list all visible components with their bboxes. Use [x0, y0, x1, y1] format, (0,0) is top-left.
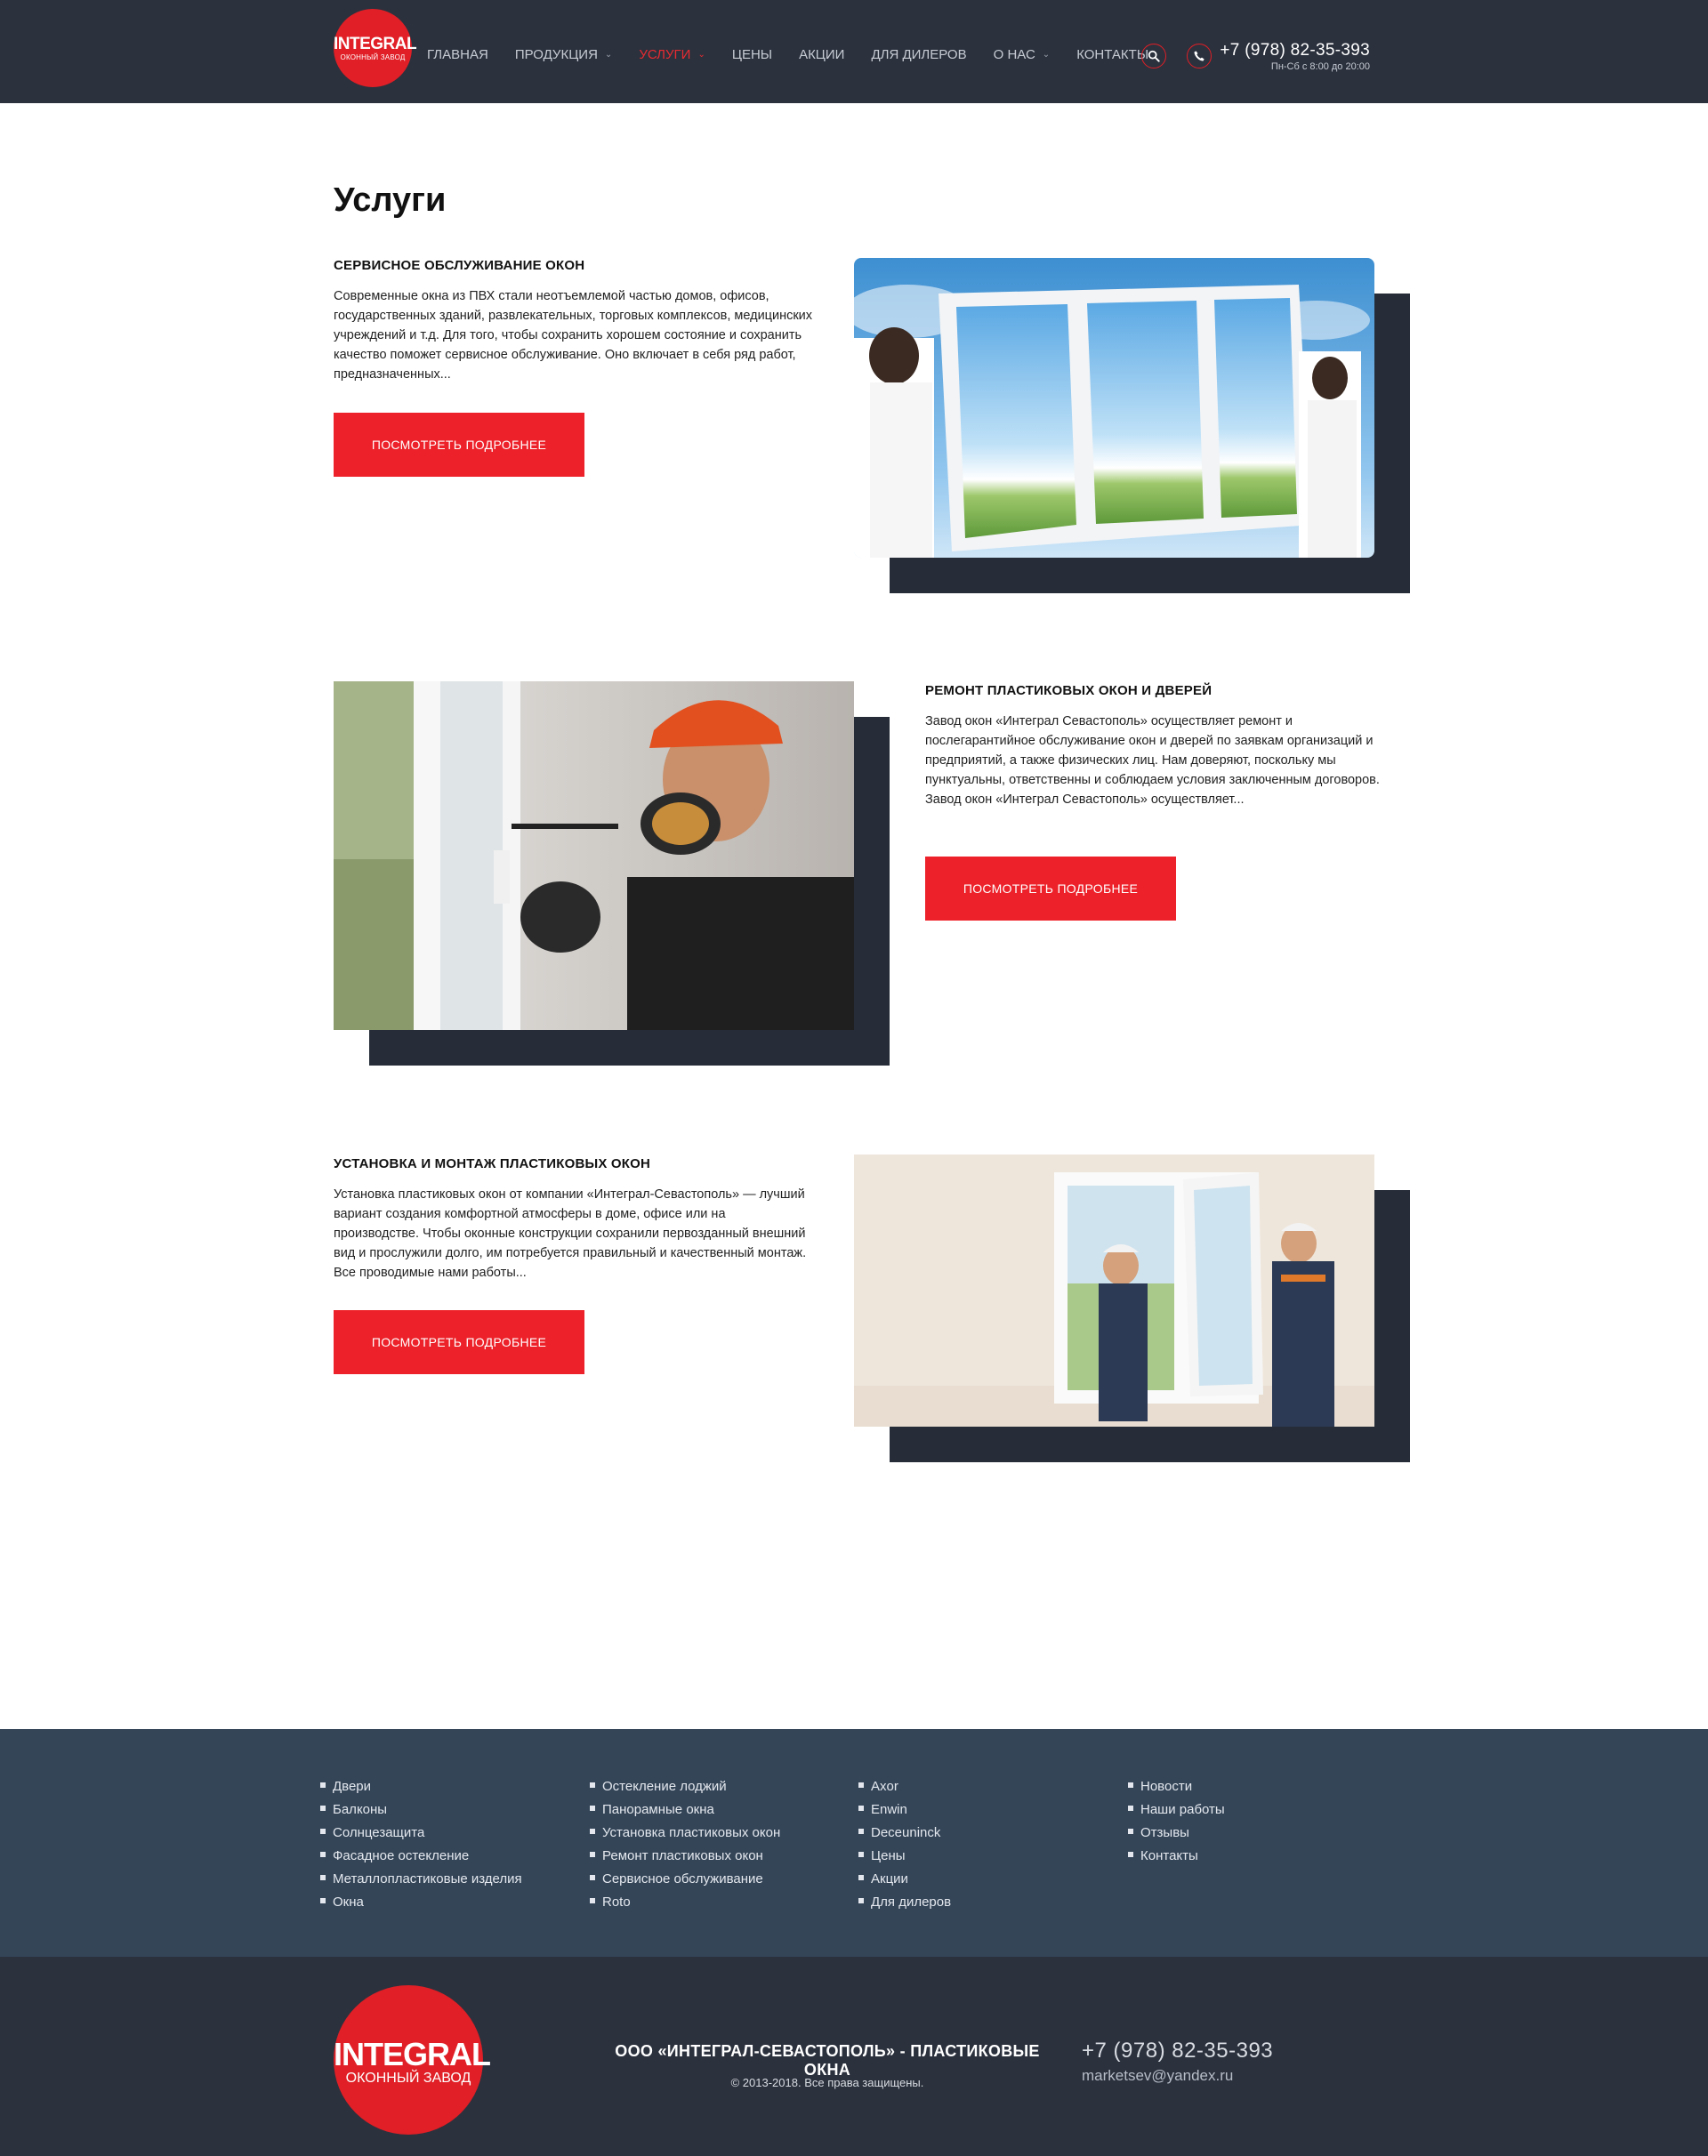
service-details-button[interactable]: ПОСМОТРЕТЬ ПОДРОБНЕЕ — [334, 1310, 584, 1374]
header-hours: Пн-Сб с 8:00 до 20:00 — [1270, 61, 1370, 72]
nav-label: КОНТАКТЫ — [1076, 47, 1149, 62]
footer-link[interactable]: Для дилеров — [858, 1891, 951, 1914]
footer-link[interactable]: Балконы — [320, 1798, 522, 1822]
footer-link[interactable]: Контакты — [1128, 1845, 1225, 1868]
nav-label: АКЦИИ — [799, 47, 845, 62]
footer-link[interactable]: Наши работы — [1128, 1798, 1225, 1822]
nav-item-home[interactable]: ГЛАВНАЯ — [427, 47, 488, 62]
footer-link[interactable]: Двери — [320, 1775, 522, 1798]
footer-logo-main-text: INTEGRAL — [334, 2036, 491, 2072]
service-details-button[interactable]: ПОСМОТРЕТЬ ПОДРОБНЕЕ — [925, 857, 1176, 921]
search-icon — [1148, 50, 1160, 62]
nav-item-dealers[interactable]: ДЛЯ ДИЛЕРОВ — [871, 47, 966, 62]
nav-label: О НАС — [993, 47, 1035, 62]
footer-link[interactable]: Axor — [858, 1775, 951, 1798]
footer-link[interactable]: Новости — [1128, 1775, 1225, 1798]
service-description: Современные окна из ПВХ стали неотъемлем… — [334, 289, 813, 382]
site-footer: INTEGRAL ОКОННЫЙ ЗАВОД ООО «ИНТЕГРАЛ-СЕВ… — [0, 1957, 1708, 2156]
chevron-down-icon: ⌄ — [604, 50, 613, 60]
nav-item-promotions[interactable]: АКЦИИ — [799, 47, 844, 62]
callback-button[interactable] — [1187, 44, 1212, 68]
footer-logo-sub-text: ОКОННЫЙ ЗАВОД — [345, 2071, 471, 2086]
search-button[interactable] — [1141, 44, 1166, 68]
logo[interactable]: INTEGRAL ОКОННЫЙ ЗАВОД — [334, 9, 417, 87]
nav-label: ДЛЯ ДИЛЕРОВ — [871, 47, 967, 62]
footer-column: Двери Балконы Солнцезащита Фасадное осте… — [320, 1775, 522, 1914]
window-photo-illustration — [854, 258, 1374, 558]
page-title: Услуги — [334, 181, 447, 219]
nav-item-prices[interactable]: ЦЕНЫ — [732, 47, 772, 62]
nav-label: ЦЕНЫ — [731, 47, 773, 62]
footer-copyright: © 2013-2018. Все права защищены. — [730, 2076, 924, 2089]
nav-item-contacts[interactable]: КОНТАКТЫ — [1076, 47, 1148, 62]
footer-link[interactable]: Металлопластиковые изделия — [320, 1868, 522, 1891]
site-header: INTEGRAL ОКОННЫЙ ЗАВОД ГЛАВНАЯ ПРОДУКЦИЯ… — [0, 0, 1708, 103]
footer-link[interactable]: Цены — [858, 1845, 951, 1868]
service-title: УСТАНОВКА И МОНТАЖ ПЛАСТИКОВЫХ ОКОН — [334, 1156, 651, 1171]
footer-link[interactable]: Солнцезащита — [320, 1822, 522, 1845]
footer-link[interactable]: Сервисное обслуживание — [590, 1868, 780, 1891]
nav-item-about[interactable]: О НАС ⌄ — [994, 47, 1051, 62]
service-title: РЕМОНТ ПЛАСТИКОВЫХ ОКОН И ДВЕРЕЙ — [925, 683, 1213, 698]
service-image-window-mounting[interactable] — [854, 1154, 1374, 1427]
footer-column: Остекление лоджий Панорамные окна Устано… — [590, 1775, 780, 1914]
logo-sub-text: ОКОННЫЙ ЗАВОД — [340, 53, 406, 61]
chevron-down-icon: ⌄ — [1042, 50, 1051, 60]
footer-link[interactable]: Отзывы — [1128, 1822, 1225, 1845]
footer-link[interactable]: Ремонт пластиковых окон — [590, 1845, 780, 1868]
footer-links: Двери Балконы Солнцезащита Фасадное осте… — [0, 1729, 1708, 1957]
footer-link[interactable]: Окна — [320, 1891, 522, 1914]
footer-link[interactable]: Фасадное остекление — [320, 1845, 522, 1868]
footer-link[interactable]: Установка пластиковых окон — [590, 1822, 780, 1845]
footer-link[interactable]: Остекление лоджий — [590, 1775, 780, 1798]
service-description: Завод окон «Интеграл Севастополь» осущес… — [925, 714, 1380, 807]
footer-logo[interactable]: INTEGRAL ОКОННЫЙ ЗАВОД — [334, 1985, 491, 2135]
service-image-window-installers[interactable] — [854, 258, 1374, 558]
service-image-window-repair[interactable] — [334, 681, 854, 1030]
service-details-button[interactable]: ПОСМОТРЕТЬ ПОДРОБНЕЕ — [334, 413, 584, 477]
footer-link[interactable]: Deceuninck — [858, 1822, 951, 1845]
mounting-photo-illustration — [854, 1154, 1374, 1427]
service-description: Установка пластиковых окон от компании «… — [334, 1187, 807, 1280]
repair-photo-illustration — [334, 681, 854, 1030]
main-nav: ГЛАВНАЯ ПРОДУКЦИЯ ⌄ УСЛУГИ ⌄ ЦЕНЫ АКЦИИ ДЛ… — [427, 47, 1175, 62]
footer-column: Axor Enwin Deceuninck Цены Акции Для дил… — [858, 1775, 951, 1914]
nav-label: ГЛАВНАЯ — [427, 47, 488, 62]
footer-phone[interactable]: +7 (978) 82-35-393 — [1082, 2039, 1273, 2063]
footer-link[interactable]: Roto — [590, 1891, 780, 1914]
chevron-down-icon: ⌄ — [697, 50, 705, 60]
nav-item-products[interactable]: ПРОДУКЦИЯ ⌄ — [515, 47, 613, 62]
footer-company-name: ООО «ИНТЕГРАЛ-СЕВАСТОПОЛЬ» - ПЛАСТИКОВЫЕ… — [615, 2042, 1040, 2079]
footer-link[interactable]: Enwin — [858, 1798, 951, 1822]
header-contact: +7 (978) 82-35-393 Пн-Сб с 8:00 до 20:00 — [1220, 42, 1370, 73]
footer-email[interactable]: marketsev@yandex.ru — [1082, 2067, 1233, 2085]
footer-link[interactable]: Акции — [858, 1868, 951, 1891]
logo-main-text: INTEGRAL — [334, 35, 417, 53]
service-title: СЕРВИСНОЕ ОБСЛУЖИВАНИЕ ОКОН — [334, 258, 585, 273]
nav-label: ПРОДУКЦИЯ — [514, 47, 598, 62]
nav-item-services[interactable]: УСЛУГИ ⌄ — [639, 47, 705, 62]
footer-link[interactable]: Панорамные окна — [590, 1798, 780, 1822]
footer-column: Новости Наши работы Отзывы Контакты — [1128, 1775, 1225, 1868]
nav-label: УСЛУГИ — [639, 47, 691, 62]
phone-icon — [1194, 51, 1204, 61]
header-phone[interactable]: +7 (978) 82-35-393 — [1220, 42, 1370, 60]
